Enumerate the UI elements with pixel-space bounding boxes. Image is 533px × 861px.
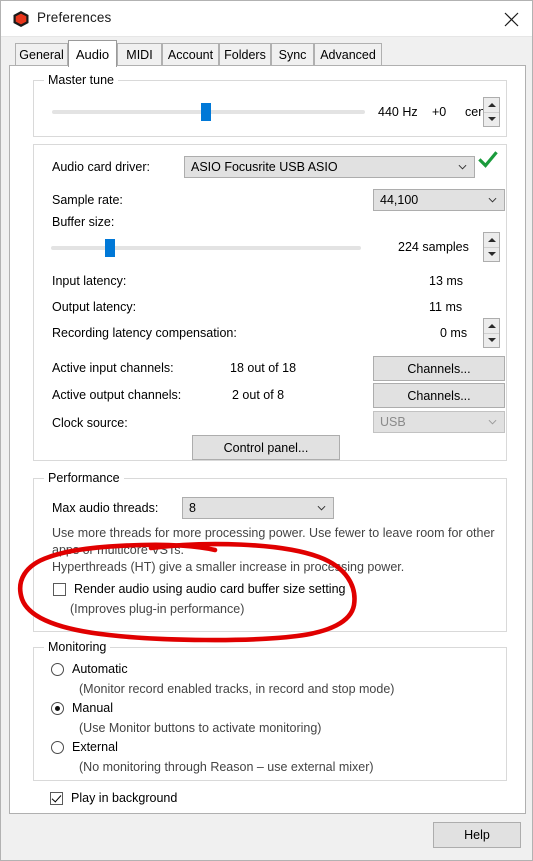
output-channels-button[interactable]: Channels... (373, 383, 505, 408)
master-tune-stepper-up[interactable] (484, 98, 499, 113)
audio-card-driver-select[interactable]: ASIO Focusrite USB ASIO (184, 156, 475, 178)
recording-latency-compensation-label: Recording latency compensation: (52, 326, 237, 340)
buffer-size-slider-thumb[interactable] (105, 239, 115, 257)
buffer-size-stepper-up[interactable] (484, 233, 499, 248)
performance-group: Performance Max audio threads: 8 Use mor… (33, 471, 507, 632)
max-audio-threads-label: Max audio threads: (52, 501, 159, 515)
recording-latency-stepper-up[interactable] (484, 319, 499, 334)
chevron-down-icon (317, 505, 326, 511)
buffer-size-slider-track (51, 246, 361, 250)
clock-source-label: Clock source: (52, 416, 128, 430)
monitoring-option-manual[interactable]: Manual (51, 701, 113, 715)
tab-midi[interactable]: MIDI (117, 43, 162, 66)
preferences-window: Preferences General Audio MIDI Account F… (0, 0, 533, 861)
audio-card-driver-value: ASIO Focusrite USB ASIO (191, 160, 338, 174)
tab-folders[interactable]: Folders (219, 43, 271, 66)
sample-rate-label: Sample rate: (52, 193, 123, 207)
master-tune-offset: +0 (432, 105, 447, 119)
performance-description-line-2: apps or multicore VSTs. (52, 543, 184, 557)
reason-app-icon (12, 10, 30, 28)
monitoring-option-external[interactable]: External (51, 740, 118, 754)
radio-automatic[interactable] (51, 662, 64, 676)
audio-settings-panel: Master tune 440 Hz +0 cents Audio card d… (9, 65, 526, 814)
active-input-channels-label: Active input channels: (52, 361, 174, 375)
radio-external[interactable] (51, 740, 64, 754)
active-output-channels-value: 2 out of 8 (232, 388, 285, 402)
tab-audio[interactable]: Audio (68, 40, 117, 67)
output-latency-value: 11 ms (429, 300, 463, 314)
audio-card-driver-label: Audio card driver: (52, 160, 150, 174)
monitoring-option-external-label: External (72, 740, 118, 754)
input-latency-value: 13 ms (429, 274, 464, 288)
active-output-channels-label: Active output channels: (52, 388, 182, 402)
monitoring-option-external-sub: (No monitoring through Reason – use exte… (79, 760, 374, 774)
max-audio-threads-value: 8 (189, 501, 196, 515)
recording-latency-stepper[interactable] (483, 318, 500, 348)
monitoring-option-manual-sub: (Use Monitor buttons to activate monitor… (79, 721, 322, 735)
input-latency-label: Input latency: (52, 274, 127, 288)
master-tune-stepper[interactable] (483, 97, 500, 127)
sample-rate-value: 44,100 (380, 193, 419, 207)
play-in-background-label: Play in background (71, 791, 178, 805)
monitoring-option-automatic-sub: (Monitor record enabled tracks, in recor… (79, 682, 395, 696)
master-tune-slider-thumb[interactable] (201, 103, 211, 121)
tab-account[interactable]: Account (162, 43, 219, 66)
title-bar: Preferences (1, 1, 532, 37)
buffer-size-stepper-down[interactable] (484, 248, 499, 262)
monitoring-option-automatic-label: Automatic (72, 662, 128, 676)
tab-advanced[interactable]: Advanced (314, 43, 382, 66)
render-audio-checkbox-row[interactable]: Render audio using audio card buffer siz… (53, 582, 345, 596)
tab-general[interactable]: General (15, 43, 68, 66)
play-in-background-checkbox[interactable] (50, 791, 63, 805)
performance-description-line-1: Use more threads for more processing pow… (52, 526, 495, 540)
performance-description-line-3: Hyperthreads (HT) give a smaller increas… (52, 560, 405, 574)
chevron-down-icon (458, 164, 467, 170)
driver-ok-check-icon (478, 150, 498, 173)
audio-card-group: Audio card driver: ASIO Focusrite USB AS… (33, 144, 507, 461)
active-input-channels-value: 18 out of 18 (230, 361, 297, 375)
monitoring-group-title: Monitoring (44, 640, 111, 654)
render-audio-sub-label: (Improves plug-in performance) (70, 602, 245, 616)
help-button[interactable]: Help (433, 822, 521, 848)
buffer-size-label: Buffer size: (52, 215, 115, 229)
control-panel-button[interactable]: Control panel... (192, 435, 340, 460)
max-audio-threads-select[interactable]: 8 (182, 497, 334, 519)
master-tune-frequency: 440 Hz (378, 105, 418, 119)
tab-bar: General Audio MIDI Account Folders Sync … (1, 37, 532, 67)
master-tune-group: Master tune 440 Hz +0 cents (33, 73, 507, 137)
play-in-background-row[interactable]: Play in background (50, 791, 177, 805)
page-title: Preferences (37, 10, 112, 25)
master-tune-group-title: Master tune (44, 73, 119, 87)
monitoring-group: Monitoring Automatic (Monitor record ena… (33, 640, 507, 781)
sample-rate-select[interactable]: 44,100 (373, 189, 505, 211)
buffer-size-slider[interactable] (51, 237, 361, 259)
radio-manual[interactable] (51, 701, 64, 715)
chevron-down-icon (488, 419, 497, 425)
performance-group-title: Performance (44, 471, 124, 485)
tab-sync[interactable]: Sync (271, 43, 314, 66)
buffer-size-value: 224 samples (398, 240, 469, 254)
master-tune-slider[interactable] (52, 101, 365, 123)
chevron-down-icon (488, 197, 497, 203)
recording-latency-compensation-value: 0 ms (440, 326, 468, 340)
close-icon[interactable] (488, 1, 532, 37)
master-tune-stepper-down[interactable] (484, 113, 499, 127)
clock-source-select[interactable]: USB (373, 411, 505, 433)
monitoring-option-manual-label: Manual (72, 701, 113, 715)
monitoring-option-automatic[interactable]: Automatic (51, 662, 128, 676)
buffer-size-stepper[interactable] (483, 232, 500, 262)
input-channels-button[interactable]: Channels... (373, 356, 505, 381)
output-latency-label: Output latency: (52, 300, 137, 314)
clock-source-value: USB (380, 415, 406, 429)
recording-latency-stepper-down[interactable] (484, 334, 499, 348)
render-audio-checkbox-label: Render audio using audio card buffer siz… (74, 582, 346, 596)
render-audio-checkbox[interactable] (53, 582, 66, 596)
